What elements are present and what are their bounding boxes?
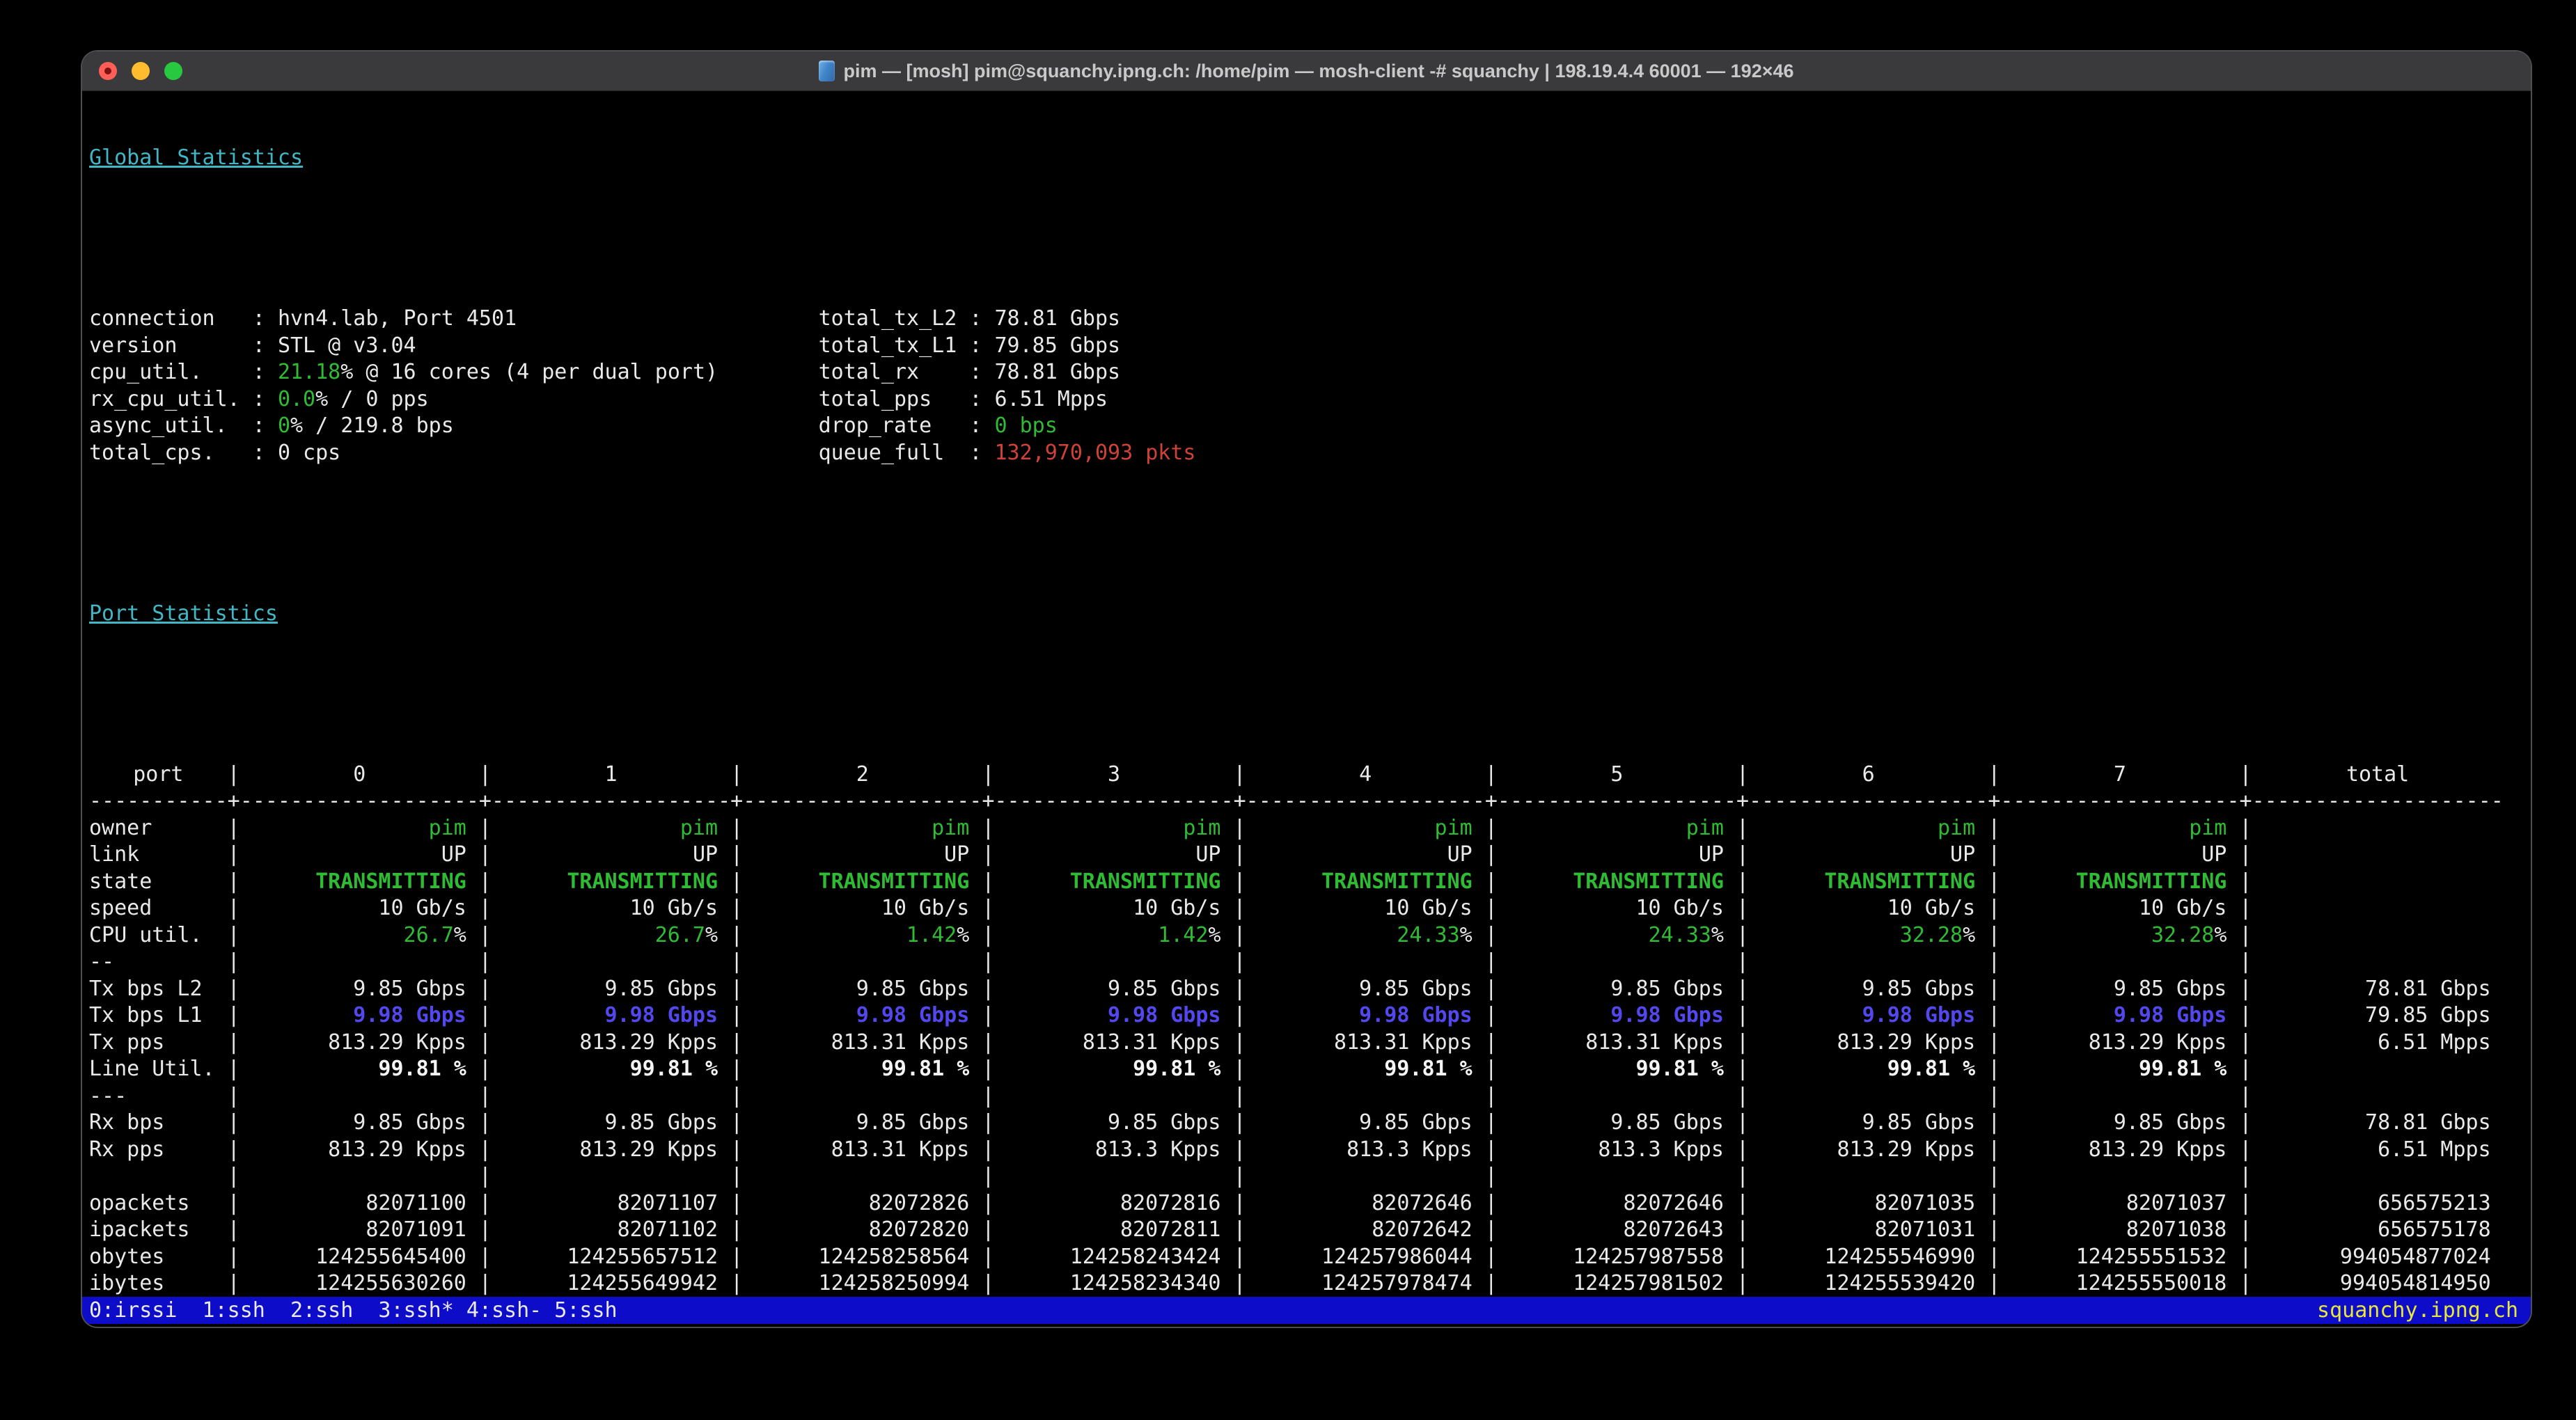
table-row: owner|pim|pim|pim|pim|pim|pim|pim|pim| bbox=[89, 815, 2531, 842]
terminal-window: pim — [mosh] pim@squanchy.ipng.ch: /home… bbox=[82, 52, 2531, 1327]
global-stat-line: total_cps. : 0 cps queue_full : 132,970,… bbox=[89, 440, 2531, 467]
table-row: ipackets|82071091|82071102|82072820|8207… bbox=[89, 1217, 2531, 1244]
window-title-text: pim — [mosh] pim@squanchy.ipng.ch: /home… bbox=[843, 61, 1793, 82]
global-stat-line: connection : hvn4.lab, Port 4501 total_t… bbox=[89, 306, 2531, 333]
table-row: CPU util.|26.7%|26.7%|1.42%|1.42%|24.33%… bbox=[89, 922, 2531, 949]
table-row: Tx pps|813.29 Kpps|813.29 Kpps|813.31 Kp… bbox=[89, 1030, 2531, 1057]
window-title: pim — [mosh] pim@squanchy.ipng.ch: /home… bbox=[82, 52, 2531, 90]
table-row: --||||||||| bbox=[89, 949, 2531, 976]
table-row: ||||||||| bbox=[89, 1163, 2531, 1190]
global-stat-line: async_util. : 0% / 219.8 bps drop_rate :… bbox=[89, 413, 2531, 440]
tmux-hostname: squanchy.ipng.ch bbox=[2317, 1297, 2518, 1324]
port-table-header: port|0|1|2|3|4|5|6|7|total bbox=[89, 762, 2531, 789]
table-row: Tx bps L2|9.85 Gbps|9.85 Gbps|9.85 Gbps|… bbox=[89, 976, 2531, 1003]
port-stats-table: port|0|1|2|3|4|5|6|7|total-----------+--… bbox=[89, 762, 2531, 1327]
global-stat-line: cpu_util. : 21.18% @ 16 cores (4 per dua… bbox=[89, 359, 2531, 386]
table-row: rx-pkts|82.07 Mpkts|82.07 Mpkts|82.07 Mp… bbox=[89, 1324, 2531, 1327]
table-row: state|TRANSMITTING|TRANSMITTING|TRANSMIT… bbox=[89, 869, 2531, 896]
tmux-status-bar: 0:irssi 1:ssh 2:ssh 3:ssh* 4:ssh- 5:ssh … bbox=[82, 1297, 2531, 1324]
table-row: Tx bps L1|9.98 Gbps|9.98 Gbps|9.98 Gbps|… bbox=[89, 1002, 2531, 1030]
port-table-divider: -----------+-------------------+--------… bbox=[89, 788, 2531, 815]
tmux-window-list[interactable]: 0:irssi 1:ssh 2:ssh 3:ssh* 4:ssh- 5:ssh bbox=[89, 1297, 618, 1324]
table-row: Line Util.|99.81 %|99.81 %|99.81 %|99.81… bbox=[89, 1056, 2531, 1083]
table-row: speed|10 Gb/s|10 Gb/s|10 Gb/s|10 Gb/s|10… bbox=[89, 895, 2531, 922]
global-stats-block: connection : hvn4.lab, Port 4501 total_t… bbox=[89, 306, 2531, 466]
table-row: ibytes|124255630260|124255649942|1242582… bbox=[89, 1270, 2531, 1297]
table-row: link|UP|UP|UP|UP|UP|UP|UP|UP| bbox=[89, 842, 2531, 869]
proxy-document-icon bbox=[819, 61, 835, 81]
table-row: opackets|82071100|82071107|82072826|8207… bbox=[89, 1190, 2531, 1217]
terminal-content[interactable]: Global Statistics connection : hvn4.lab,… bbox=[89, 91, 2531, 1327]
table-row: Rx pps|813.29 Kpps|813.29 Kpps|813.31 Kp… bbox=[89, 1137, 2531, 1164]
table-row: obytes|124255645400|124255657512|1242582… bbox=[89, 1244, 2531, 1271]
global-stat-line: rx_cpu_util. : 0.0% / 0 pps total_pps : … bbox=[89, 386, 2531, 413]
port-stats-heading: Port Statistics bbox=[89, 601, 2531, 628]
table-row: Rx bps|9.85 Gbps|9.85 Gbps|9.85 Gbps|9.8… bbox=[89, 1110, 2531, 1137]
global-stats-heading: Global Statistics bbox=[89, 145, 2531, 172]
window-titlebar[interactable]: pim — [mosh] pim@squanchy.ipng.ch: /home… bbox=[82, 52, 2531, 91]
table-row: ---||||||||| bbox=[89, 1083, 2531, 1110]
global-stat-line: version : STL @ v3.04 total_tx_L1 : 79.8… bbox=[89, 333, 2531, 360]
